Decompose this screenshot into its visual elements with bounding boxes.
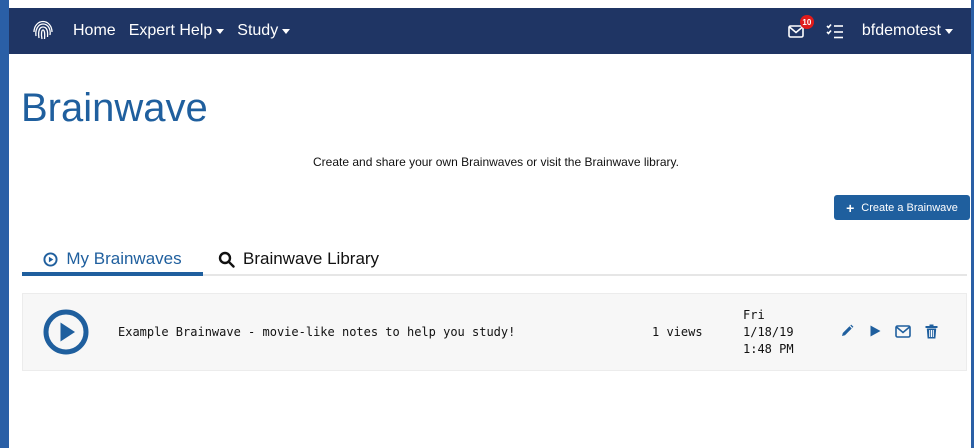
caret-down-icon bbox=[282, 28, 291, 34]
top-navbar: Home Expert Help Study 10 bfdemotest bbox=[9, 8, 971, 54]
nav-right-group: 10 bfdemotest bbox=[788, 15, 953, 41]
play-icon[interactable] bbox=[867, 323, 883, 339]
active-tab-indicator bbox=[22, 272, 203, 276]
play-circle-icon[interactable] bbox=[43, 309, 89, 355]
nav-expert-help-dropdown[interactable]: Expert Help bbox=[129, 22, 225, 40]
play-circle-icon bbox=[43, 251, 58, 267]
brainwave-title[interactable]: Example Brainwave - movie-like notes to … bbox=[118, 325, 515, 339]
row-actions bbox=[839, 323, 951, 339]
trash-icon[interactable] bbox=[923, 323, 939, 339]
plus-icon: + bbox=[846, 199, 855, 216]
task-list-icon[interactable] bbox=[826, 21, 846, 41]
tab-bar: My Brainwaves Brainwave Library bbox=[22, 244, 967, 276]
mail-button[interactable]: 10 bbox=[788, 15, 814, 41]
page-title: Brainwave bbox=[21, 86, 208, 130]
nav-home[interactable]: Home bbox=[73, 22, 116, 40]
caret-down-icon bbox=[216, 28, 225, 34]
pencil-icon[interactable] bbox=[839, 323, 855, 339]
view-count: 1 views bbox=[652, 325, 703, 339]
envelope-icon[interactable] bbox=[895, 323, 911, 339]
intro-text: Create and share your own Brainwaves or … bbox=[313, 155, 679, 169]
search-icon bbox=[218, 251, 235, 268]
tab-brainwave-library[interactable]: Brainwave Library bbox=[218, 244, 379, 274]
brainwave-date: Fri 1/18/19 1:48 PM bbox=[743, 308, 794, 356]
brainwave-list-item: Example Brainwave - movie-like notes to … bbox=[22, 293, 967, 371]
mail-count-badge: 10 bbox=[799, 15, 814, 29]
nav-study-dropdown[interactable]: Study bbox=[237, 22, 291, 40]
caret-down-icon bbox=[945, 28, 953, 34]
tab-my-brainwaves[interactable]: My Brainwaves bbox=[22, 244, 203, 274]
fingerprint-icon[interactable] bbox=[31, 19, 55, 43]
user-menu-dropdown[interactable]: bfdemotest bbox=[862, 22, 953, 40]
window-frame-left bbox=[0, 0, 9, 448]
create-brainwave-button[interactable]: + Create a Brainwave bbox=[834, 195, 970, 220]
top-strip bbox=[9, 0, 971, 8]
